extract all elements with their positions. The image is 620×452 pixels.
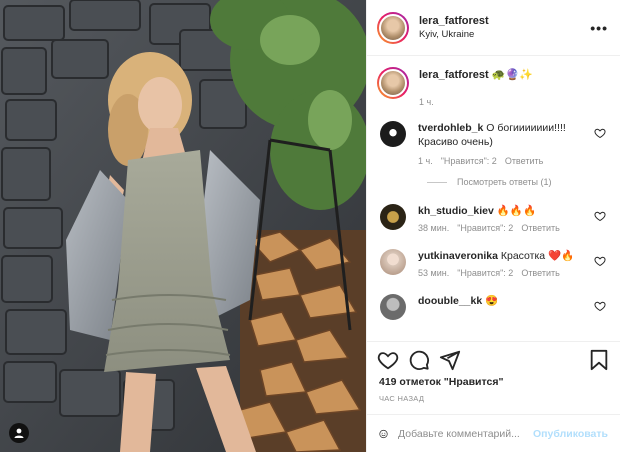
comment-text: 😍 [485,295,499,307]
post-side-panel: lera_fatforest Kyiv, Ukraine ••• lera_fa… [366,0,620,452]
post-location[interactable]: Kyiv, Ukraine [419,28,590,41]
comment-item: yutkinaveronika Красотка ❤️🔥 53 мин. "Нр… [377,249,608,278]
comment-username[interactable]: yutkinaveronika [418,250,498,262]
comment-time[interactable]: 1 ч. [418,156,433,166]
caption-avatar[interactable] [377,67,409,99]
comment-reply-button[interactable]: Ответить [505,156,543,166]
heart-icon[interactable] [594,127,606,139]
post-photo[interactable] [0,0,366,452]
add-comment-input[interactable] [398,427,534,440]
caption-text: 🐢🔮✨ [491,69,533,81]
post-image [0,0,366,452]
comment-item: kh_studio_kiev 🔥🔥🔥 38 мин. "Нравится": 2… [377,204,608,233]
comment-username[interactable]: kh_studio_kiev [418,205,494,217]
view-replies-button[interactable]: Посмотреть ответы (1) [427,177,608,187]
comment-item: tverdohleb_k О богиииииии!!!! Красиво оч… [377,121,608,166]
comment-avatar[interactable] [380,294,406,320]
add-comment-bar: Опубликовать [367,414,620,452]
view-replies-label: Посмотреть ответы (1) [457,177,552,187]
bookmark-icon[interactable] [588,349,610,371]
caption-username[interactable]: lera_fatforest [419,69,489,81]
post-actions [367,341,620,377]
heart-icon[interactable] [377,349,399,371]
emoji-icon[interactable] [379,424,388,444]
comments-list[interactable]: lera_fatforest 🐢🔮✨ 1 ч. tverdohleb_k О б… [367,57,620,340]
caption-time: 1 ч. [419,97,434,107]
comment-username[interactable]: doouble__kk [418,295,482,307]
heart-icon[interactable] [594,300,606,312]
replies-divider [427,181,447,183]
author-username[interactable]: lera_fatforest [419,14,590,28]
comment-icon[interactable] [408,349,430,371]
heart-icon[interactable] [594,255,606,267]
comment-username[interactable]: tverdohleb_k [418,122,483,134]
comment-likes[interactable]: "Нравится": 2 [457,268,513,278]
comment-text: 🔥🔥🔥 [496,205,537,217]
comment-time[interactable]: 38 мин. [418,223,449,233]
author-avatar[interactable] [377,11,409,44]
likes-count[interactable]: 419 отметок "Нравится" [379,376,503,388]
comment-likes[interactable]: "Нравится": 2 [457,223,513,233]
comment-reply-button[interactable]: Ответить [521,223,559,233]
more-icon[interactable]: ••• [590,20,608,36]
post-timestamp[interactable]: ЧАС НАЗАД [379,394,424,403]
comment-item: doouble__kk 😍 [377,294,608,320]
comment-avatar[interactable] [380,204,406,230]
share-icon[interactable] [439,349,461,371]
comment-avatar[interactable] [380,121,406,147]
comment-reply-button[interactable]: Ответить [521,268,559,278]
heart-icon[interactable] [594,210,606,222]
comment-time[interactable]: 53 мин. [418,268,449,278]
comment-avatar[interactable] [380,249,406,275]
comment-likes[interactable]: "Нравится": 2 [441,156,497,166]
user-tag-icon[interactable] [9,423,29,443]
comment-text: Красотка ❤️🔥 [500,250,575,262]
post-caption: lera_fatforest 🐢🔮✨ 1 ч. [377,57,608,119]
post-header: lera_fatforest Kyiv, Ukraine ••• [367,0,620,56]
publish-button[interactable]: Опубликовать [533,428,608,440]
